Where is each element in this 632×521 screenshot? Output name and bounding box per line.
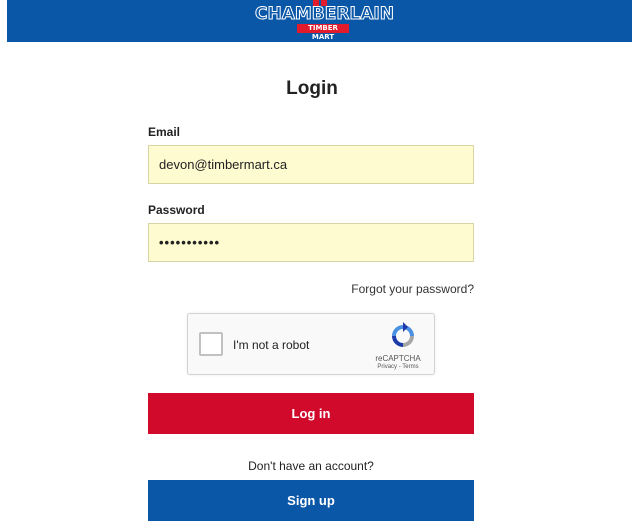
chamberlain-logo[interactable]: CHAMBERLAIN TIMBER MART bbox=[255, 0, 395, 41]
recaptcha-checkbox[interactable] bbox=[199, 332, 223, 356]
password-field[interactable] bbox=[148, 223, 474, 262]
recaptcha-brand: reCAPTCHA bbox=[375, 354, 421, 363]
recaptcha-privacy-terms[interactable]: Privacy - Terms bbox=[364, 364, 432, 370]
logo-brand-text: CHAMBERLAIN bbox=[255, 4, 395, 24]
signup-button[interactable]: Sign up bbox=[148, 480, 474, 521]
recaptcha-label: I'm not a robot bbox=[233, 338, 310, 352]
no-account-text: Don't have an account? bbox=[248, 459, 374, 473]
login-button[interactable]: Log in bbox=[148, 393, 474, 434]
email-label: Email bbox=[148, 125, 181, 139]
logo-sub-text: TIMBER MART bbox=[297, 24, 349, 41]
recaptcha-widget: I'm not a robot reCAPTCHA Privacy - Term… bbox=[187, 313, 435, 375]
page-title: Login bbox=[286, 78, 338, 99]
top-header-bar: CHAMBERLAIN TIMBER MART bbox=[7, 0, 632, 42]
recaptcha-logo-icon bbox=[392, 322, 414, 347]
email-field[interactable] bbox=[148, 145, 474, 184]
password-label: Password bbox=[148, 203, 205, 217]
forgot-password-link[interactable]: Forgot your password? bbox=[148, 282, 474, 296]
